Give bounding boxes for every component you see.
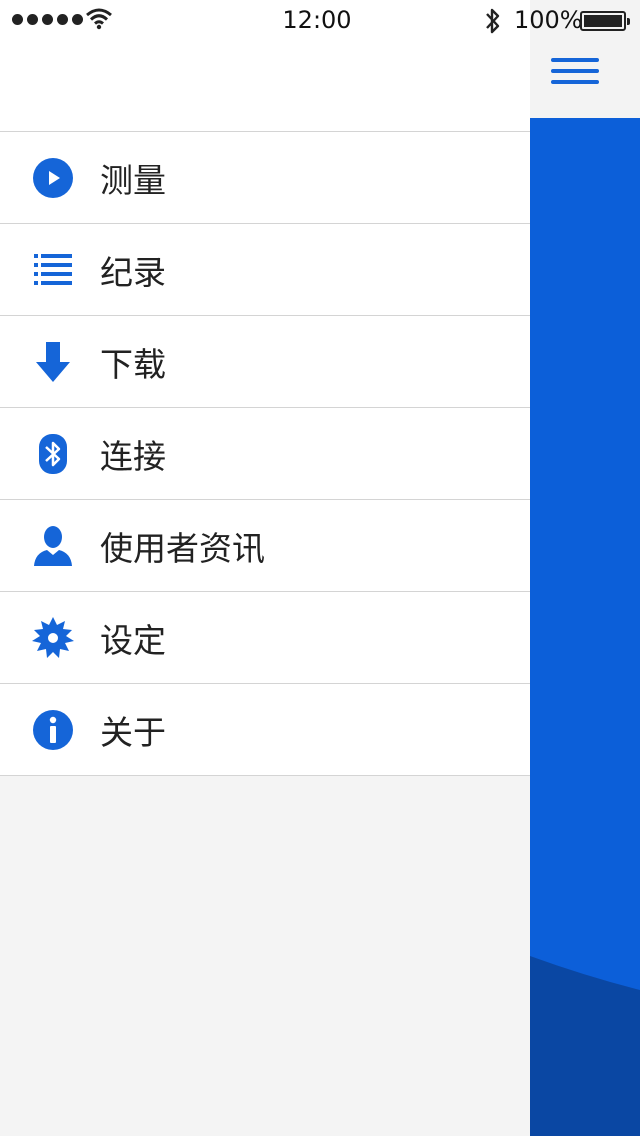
menu-item-label: 下载 <box>100 344 166 384</box>
main-content-area <box>530 118 640 1136</box>
menu-item-label: 测量 <box>100 160 166 200</box>
info-icon <box>32 709 74 751</box>
menu-item-user-info[interactable]: 使用者资讯 <box>0 500 530 592</box>
user-icon <box>32 525 74 567</box>
menu-item-label: 使用者资讯 <box>100 528 265 568</box>
play-circle-icon <box>32 157 74 199</box>
menu-item-measure[interactable]: 测量 <box>0 132 530 224</box>
menu-item-label: 设定 <box>100 620 166 660</box>
menu-item-settings[interactable]: 设定 <box>0 592 530 684</box>
menu-item-records[interactable]: 纪录 <box>0 224 530 316</box>
menu-item-label: 纪录 <box>100 252 166 292</box>
list-icon <box>32 249 74 291</box>
app-screen: 12:00 100% 测量 纪录 下载 连接 使用者资讯 设定 关于 <box>0 0 640 1136</box>
bluetooth-icon <box>486 8 500 34</box>
hamburger-menu-icon[interactable] <box>551 54 599 88</box>
menu-item-connect[interactable]: 连接 <box>0 408 530 500</box>
battery-percent: 100% <box>514 6 583 34</box>
battery-icon <box>580 11 630 31</box>
main-panel <box>530 0 640 1136</box>
menu-item-label: 连接 <box>100 436 166 476</box>
menu-item-download[interactable]: 下载 <box>0 316 530 408</box>
status-bar: 12:00 100% <box>0 0 640 40</box>
menu-item-about[interactable]: 关于 <box>0 684 530 776</box>
menu-item-label: 关于 <box>100 712 166 752</box>
gear-icon <box>32 616 74 659</box>
download-arrow-icon <box>32 341 74 383</box>
side-drawer: 测量 纪录 下载 连接 使用者资讯 设定 关于 <box>0 0 530 1136</box>
drawer-menu: 测量 纪录 下载 连接 使用者资讯 设定 关于 <box>0 132 530 776</box>
bluetooth-icon <box>32 433 74 475</box>
